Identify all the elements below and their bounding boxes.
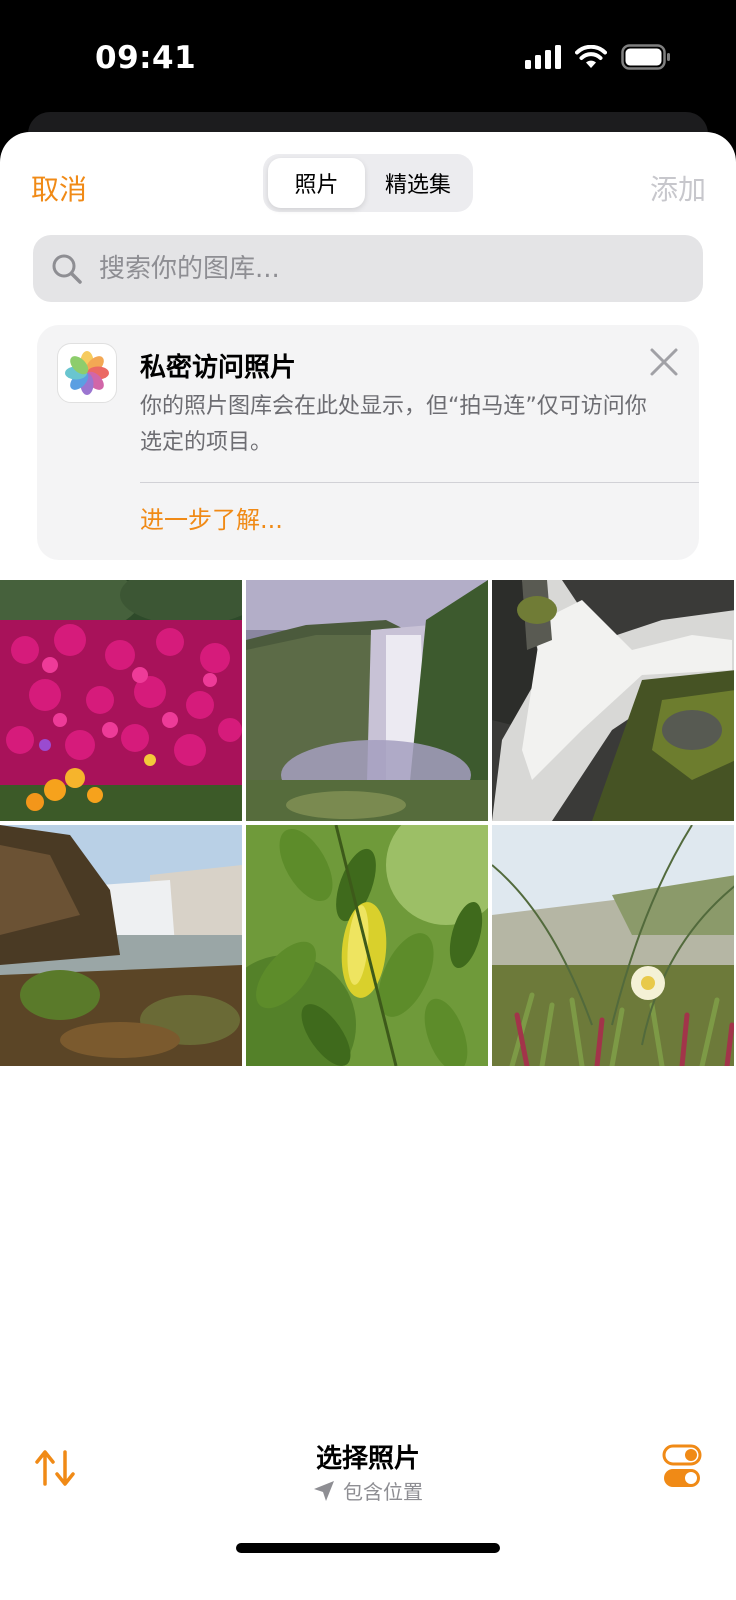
close-icon[interactable] [649,347,679,377]
magenta-flowers-photo[interactable] [0,580,242,821]
home-indicator [236,1543,500,1553]
learn-more-link[interactable]: 进一步了解... [140,500,283,535]
photo-picker-sheet: 取消 照片 精选集 添加 搜索你的图库... 私密访问照片 你的照片图库会在此处… [0,132,736,1600]
green-leaves-photo[interactable] [246,825,488,1066]
card-title: 私密访问照片 [140,353,297,383]
rapids-rocks-photo[interactable] [492,580,734,821]
location-arrow-icon [314,1480,334,1501]
wifi-icon [575,45,607,68]
photos-app-icon [57,343,117,403]
waterfall-river-photo[interactable] [0,825,242,1066]
source-segmented-control: 照片 精选集 [263,154,473,212]
search-icon [52,254,82,284]
search-bar[interactable] [33,235,703,302]
waterfall-cliff-photo[interactable] [246,580,488,821]
toolbar-title: 选择照片 [315,1444,420,1474]
status-time: 09:41 [95,40,197,76]
signal-icon [525,45,561,69]
include-location-label: 包含位置 [343,1480,423,1504]
limited-access-card: 私密访问照片 你的照片图库会在此处显示，但“拍马连”仅可访问你选定的项目。 进一… [37,325,699,560]
card-description: 你的照片图库会在此处显示，但“拍马连”仅可访问你选定的项目。 [140,394,647,455]
search-input[interactable] [99,253,689,284]
tab-collections[interactable]: 精选集 [367,158,469,208]
tab-photos[interactable]: 照片 [268,158,365,208]
add-button[interactable]: 添加 [650,168,706,208]
toggles-icon[interactable] [662,1444,702,1490]
status-bar: 09:41 [0,0,736,120]
dune-flower-photo[interactable] [492,825,734,1066]
battery-icon [621,44,670,70]
status-icons [525,44,671,70]
cancel-button[interactable]: 取消 [31,168,87,208]
card-divider [140,482,699,483]
include-location-button[interactable]: 包含位置 [0,1476,736,1505]
